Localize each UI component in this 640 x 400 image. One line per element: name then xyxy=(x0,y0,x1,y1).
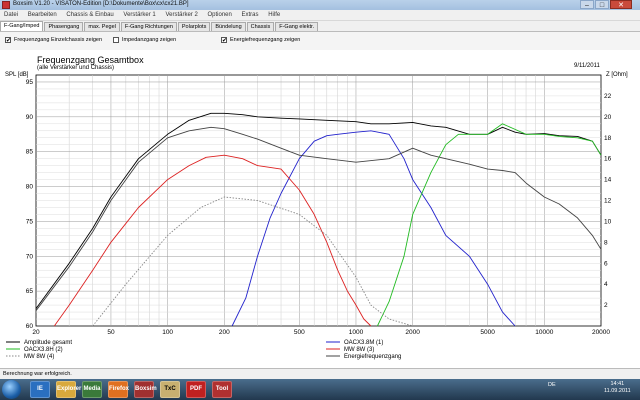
energiefrequenzgang-checkbox[interactable]: ✔ xyxy=(221,37,227,44)
y-tick-label: 65 xyxy=(26,288,34,295)
option-einzelchassis[interactable]: ✔ Frequenzgang Einzelchassis zeigen xyxy=(5,37,103,44)
x-tick-label: 500 xyxy=(294,329,305,336)
y-tick-label: 90 xyxy=(26,114,34,121)
plot-panel: Frequenzgang Gesamtbox (alle Verstärker … xyxy=(0,50,640,368)
x-tick-label: 50 xyxy=(107,329,115,336)
tab-strip: F-Gang/Imped Phasengang max. Pegel F-Gang R… xyxy=(0,21,640,32)
legend-label: MW 8W (4) xyxy=(24,354,54,360)
y2-tick-label: 2 xyxy=(604,302,608,309)
clock[interactable]: 14:41 11.09.2011 xyxy=(604,381,631,395)
y2-tick-label: 8 xyxy=(604,239,608,246)
close-button[interactable]: ✕ xyxy=(610,0,632,9)
window-title: Boxsim V1.20 - VISATON-Edition [D:\Dokum… xyxy=(13,1,189,7)
options-bar: ✔ Frequenzgang Einzelchassis zeigen Impe… xyxy=(0,31,640,51)
menu-verstaerker-2[interactable]: Verstärker 2 xyxy=(161,10,201,20)
taskbar-ie-icon[interactable]: IE xyxy=(30,381,50,398)
menu-bearbeiten[interactable]: Bearbeiten xyxy=(24,10,61,20)
language-indicator[interactable]: DE xyxy=(548,382,556,388)
menu-chassis-einbau[interactable]: Chassis & Einbau xyxy=(62,10,117,20)
legend-label: OACX3.8H (2) xyxy=(24,347,63,353)
y2-tick-label: 12 xyxy=(604,198,612,205)
impedanzgang-checkbox[interactable] xyxy=(113,37,119,43)
x-tick-label: 1000 xyxy=(349,329,364,336)
y-tick-label: 85 xyxy=(26,149,34,156)
energiefrequenzgang-label: Energiefrequenzgang zeigen xyxy=(230,37,301,43)
x-tick-label: 2000 xyxy=(405,329,420,336)
y-tick-label: 60 xyxy=(26,323,34,330)
menu-datei[interactable]: Datei xyxy=(0,10,22,20)
x-tick-label: 200 xyxy=(219,329,230,336)
y-tick-label: 75 xyxy=(26,218,34,225)
menu-verstaerker-1[interactable]: Verstärker 1 xyxy=(119,10,159,20)
clock-date: 11.09.2011 xyxy=(604,388,631,394)
clock-time: 14:41 xyxy=(610,381,625,387)
taskbar-explorer-icon[interactable]: Explorer xyxy=(56,381,81,398)
y2-tick-label: 20 xyxy=(604,114,612,121)
option-energiefrequenzgang[interactable]: ✔ Energiefrequenzgang zeigen xyxy=(221,37,301,44)
y2-tick-label: 18 xyxy=(604,135,612,142)
option-impedanzgang[interactable]: Impedanzgang zeigen xyxy=(113,37,176,43)
x-tick-label: 20 xyxy=(32,329,40,336)
y-tick-label: 70 xyxy=(26,253,34,260)
legend-label: OACX3.8M (1) xyxy=(344,340,383,346)
taskbar-tool-icon[interactable]: Tool xyxy=(212,381,232,398)
taskbar-media-icon[interactable]: Media xyxy=(82,381,102,398)
taskbar-txc-icon[interactable]: TxC xyxy=(160,381,180,398)
menu-optionen[interactable]: Optionen xyxy=(203,10,235,20)
y2-tick-label: 10 xyxy=(604,218,612,225)
y2-tick-label: 14 xyxy=(604,177,612,184)
minimize-button[interactable]: – xyxy=(580,0,594,9)
menu-bar: Datei Bearbeiten Chassis & Einbau Verstä… xyxy=(0,10,640,21)
taskbar: IE Explorer Media Firefox Boxsim TxC PDF… xyxy=(0,379,640,400)
start-button[interactable] xyxy=(2,380,21,399)
legend-label: Amplitude gesamt xyxy=(24,340,72,346)
legend-label: Energiefrequenzgang xyxy=(344,354,401,360)
impedanzgang-label: Impedanzgang zeigen xyxy=(122,37,177,43)
y-tick-label: 80 xyxy=(26,184,34,191)
frequency-response-chart: 20 50 100 200 500 1000 2000 5000 10000 20000 60 65 7… xyxy=(6,74,612,360)
einzelchassis-checkbox[interactable]: ✔ xyxy=(5,37,11,44)
taskbar-firefox-icon[interactable]: Firefox xyxy=(108,381,129,398)
legend-label: MW 8W (3) xyxy=(344,347,374,353)
x-tick-label: 20000 xyxy=(592,329,610,336)
y2-tick-label: 4 xyxy=(604,281,608,288)
menu-extras[interactable]: Extras xyxy=(238,10,263,20)
y2-tick-label: 16 xyxy=(604,156,612,163)
y-tick-label: 95 xyxy=(26,79,34,86)
x-tick-label: 100 xyxy=(162,329,173,336)
einzelchassis-label: Frequenzgang Einzelchassis zeigen xyxy=(14,37,103,43)
app-icon xyxy=(2,1,10,9)
taskbar-boxsim-icon[interactable]: Boxsim xyxy=(134,381,157,398)
x-tick-label: 10000 xyxy=(535,329,553,336)
menu-hilfe[interactable]: Hilfe xyxy=(264,10,284,20)
maximize-button[interactable]: □ xyxy=(595,0,609,9)
y2-tick-label: 6 xyxy=(604,260,608,267)
x-tick-label: 5000 xyxy=(480,329,495,336)
status-text: Berechnung war erfolgreich. xyxy=(3,371,72,377)
taskbar-pdf-icon[interactable]: PDF xyxy=(186,381,206,398)
y2-tick-label: 22 xyxy=(604,93,612,100)
